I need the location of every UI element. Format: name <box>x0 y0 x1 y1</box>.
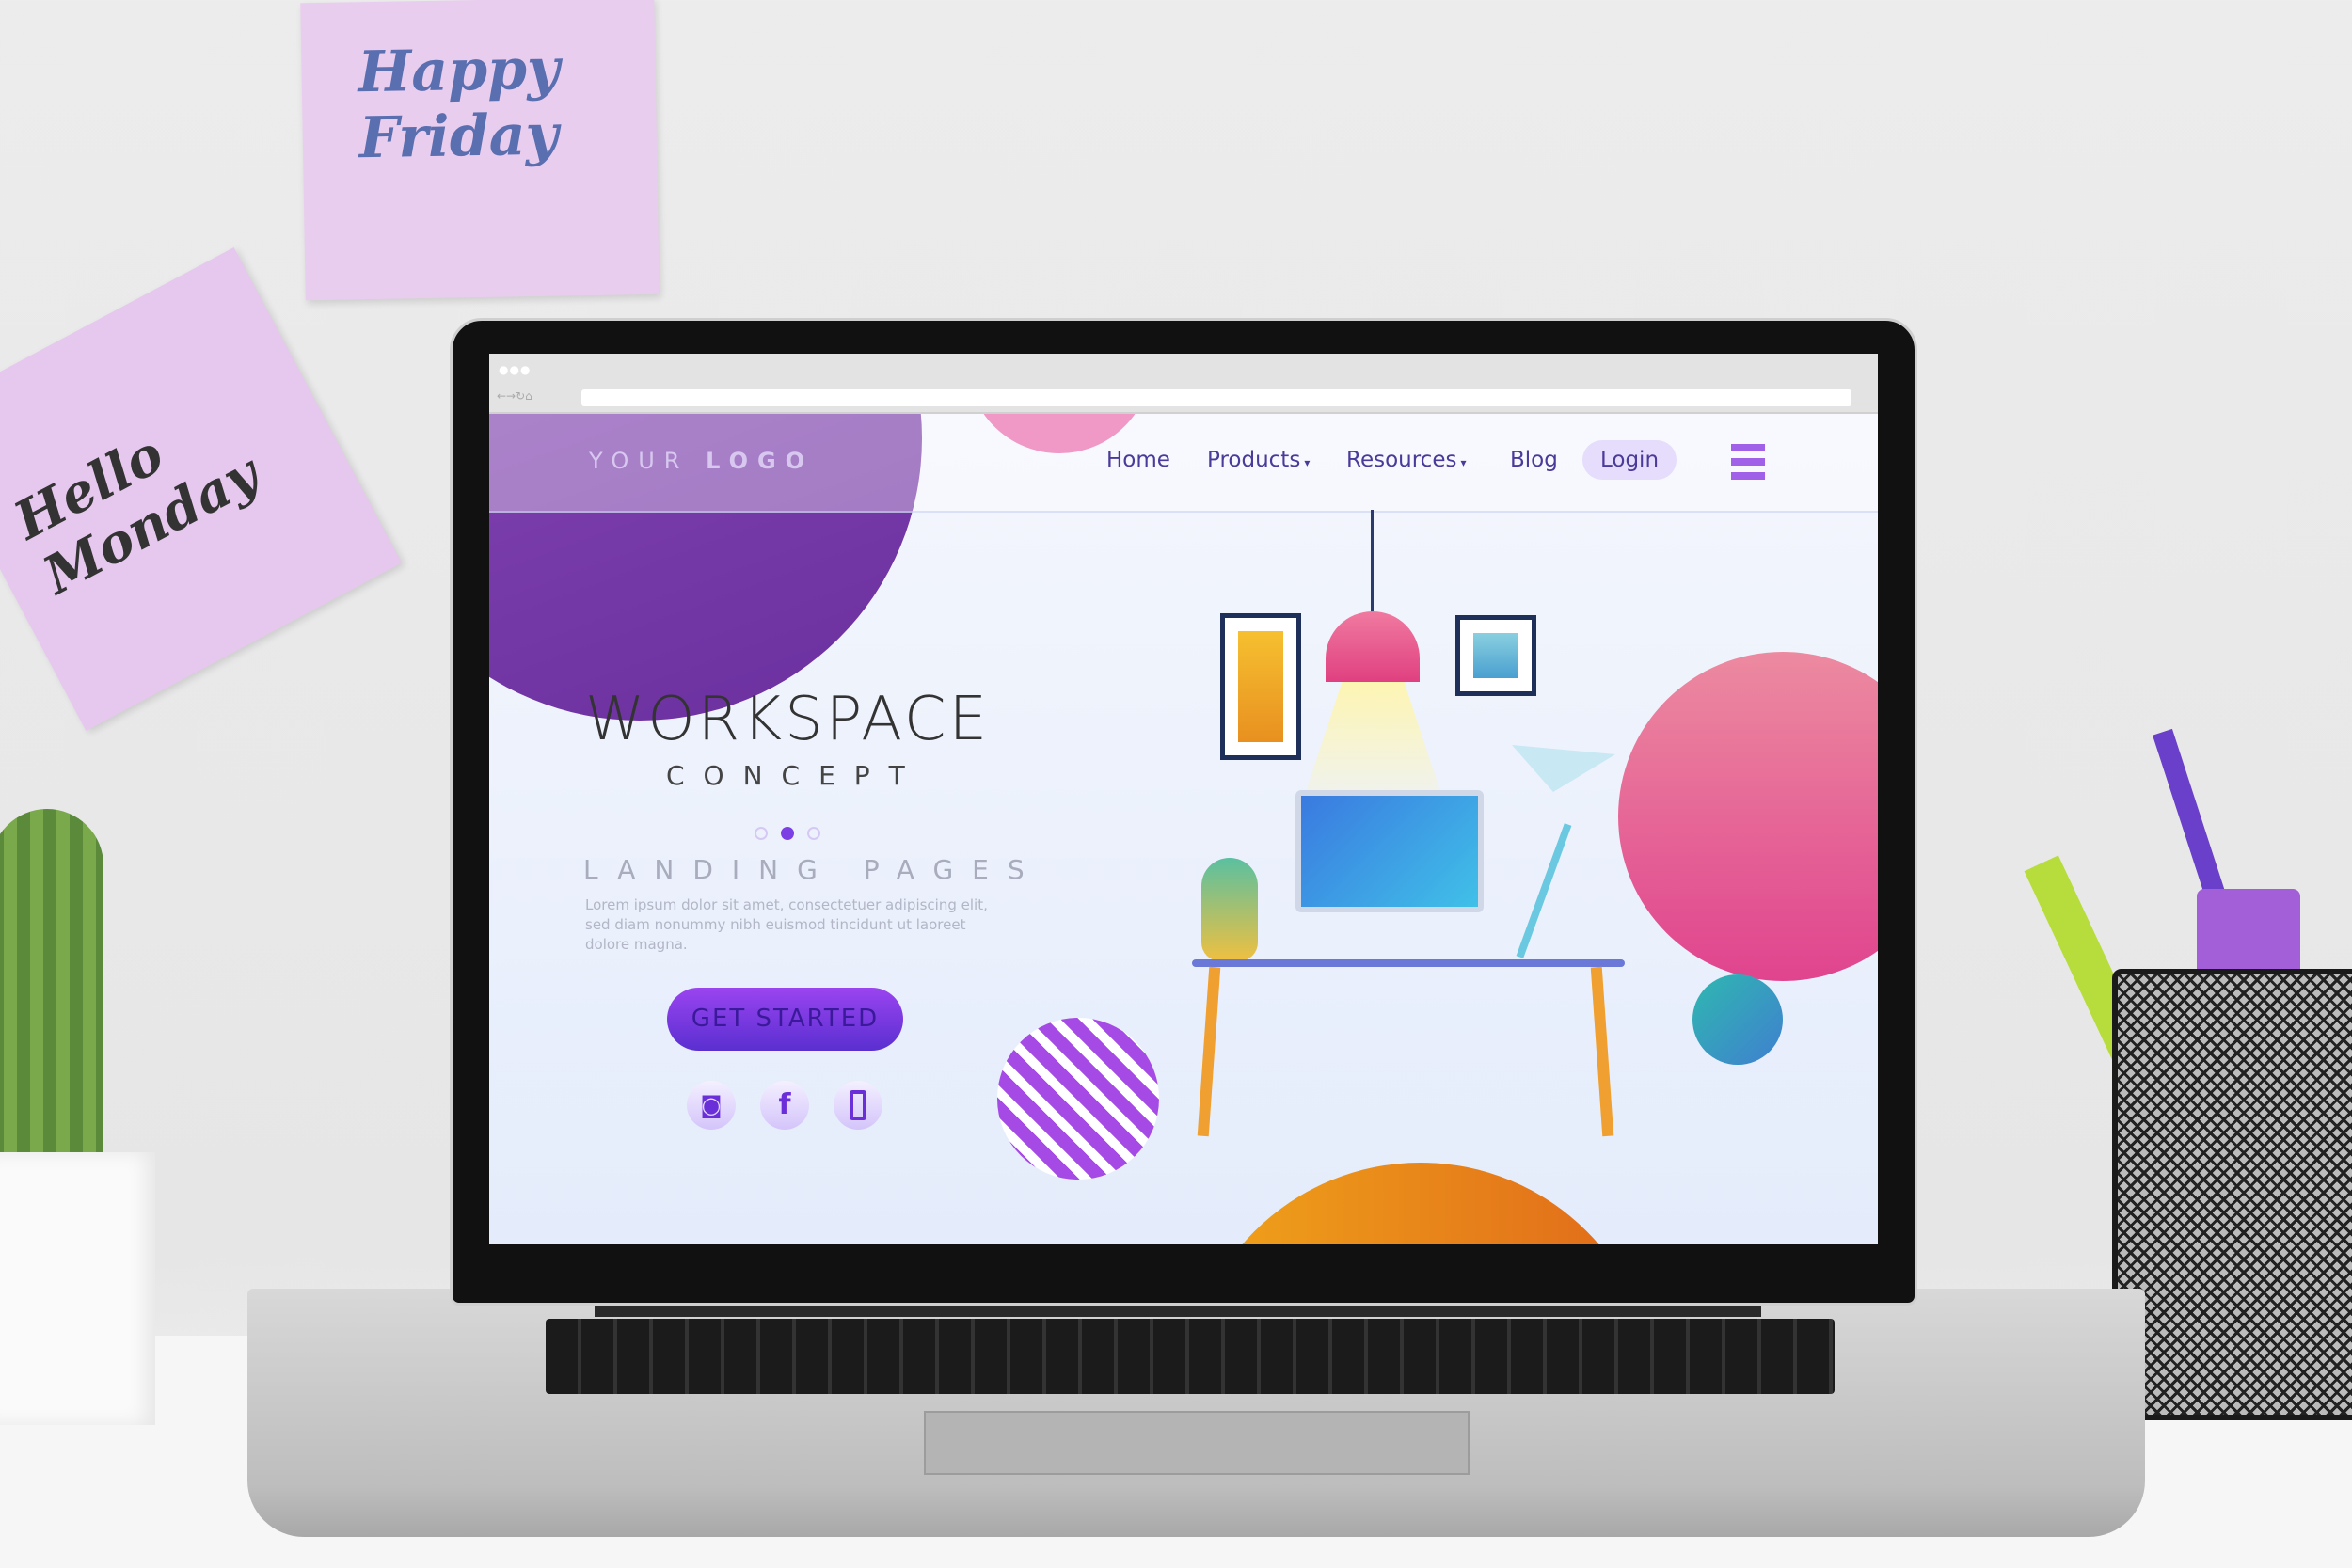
note-text: Hello Monday <box>4 422 269 608</box>
nav-label: Products <box>1207 448 1301 472</box>
facebook-icon[interactable]: f <box>760 1081 809 1130</box>
desk-leg <box>1590 966 1614 1137</box>
plant <box>1201 858 1258 961</box>
nav-blog[interactable]: Blog <box>1510 448 1558 472</box>
trackpad[interactable] <box>924 1411 1470 1475</box>
keyboard <box>546 1319 1835 1394</box>
carousel-dot-active[interactable] <box>781 827 794 840</box>
get-started-button[interactable]: GET STARTED <box>667 988 903 1051</box>
nav-label: Blog <box>1510 448 1558 472</box>
window-dots: ●●● <box>499 363 532 376</box>
chevron-down-icon: ▾ <box>1460 456 1467 469</box>
laptop-screen: ●●● ←→↻⌂ YOUR LOGO Home Products ▾ Resour… <box>489 354 1878 1244</box>
carousel-dot[interactable] <box>807 827 820 840</box>
hero-subtitle: CONCEPT <box>666 760 924 791</box>
lamp-cord <box>1371 510 1374 613</box>
address-bar[interactable] <box>581 389 1851 406</box>
phone-icon[interactable] <box>834 1081 882 1130</box>
carousel-dots[interactable] <box>755 827 820 840</box>
workspace-illustration <box>1192 510 1634 1149</box>
hero-title: WORKSPACE <box>585 685 990 754</box>
hamburger-menu-icon[interactable] <box>1731 444 1765 480</box>
desk-lamp <box>1516 823 1572 958</box>
picture-frame <box>1455 615 1536 696</box>
nav-products[interactable]: Products ▾ <box>1207 448 1310 472</box>
nav-label: Home <box>1106 448 1170 472</box>
carousel-dot[interactable] <box>755 827 768 840</box>
logo-part2: LOGO <box>706 448 815 474</box>
pen-holder <box>2112 969 2352 1420</box>
instagram-icon[interactable]: ◙ <box>687 1081 736 1130</box>
hero-kicker: LANDING PAGES <box>583 854 1043 885</box>
note-text: Happy Friday <box>357 36 561 172</box>
nav-resources[interactable]: Resources ▾ <box>1346 448 1467 472</box>
orange-circle <box>1185 1163 1656 1244</box>
nav-buttons[interactable]: ←→↻⌂ <box>497 389 532 403</box>
striped-circle <box>997 1018 1159 1180</box>
sticky-note-hello-monday: Hello Monday <box>0 247 402 731</box>
logo[interactable]: YOUR LOGO <box>589 448 814 474</box>
login-button[interactable]: Login <box>1582 440 1677 480</box>
nav-home[interactable]: Home <box>1106 448 1170 472</box>
plant-pot <box>0 1152 155 1425</box>
paper-plane-icon <box>1512 745 1615 792</box>
pink-big-circle <box>1618 652 1878 981</box>
desk-top <box>1192 959 1625 967</box>
chevron-down-icon: ▾ <box>1304 456 1311 469</box>
browser-chrome: ●●● ←→↻⌂ <box>489 354 1878 414</box>
cactus <box>0 809 103 1166</box>
hero-body: Lorem ipsum dolor sit amet, consectetuer… <box>585 896 988 953</box>
logo-part1: YOUR <box>589 448 690 474</box>
nav-label: Resources <box>1346 448 1457 472</box>
desk-leg <box>1197 966 1221 1137</box>
teal-circle <box>1692 974 1783 1065</box>
picture-frame <box>1220 613 1301 760</box>
sticky-note-happy-friday: Happy Friday <box>300 0 660 301</box>
monitor <box>1295 790 1484 912</box>
pendant-lamp <box>1326 611 1420 682</box>
